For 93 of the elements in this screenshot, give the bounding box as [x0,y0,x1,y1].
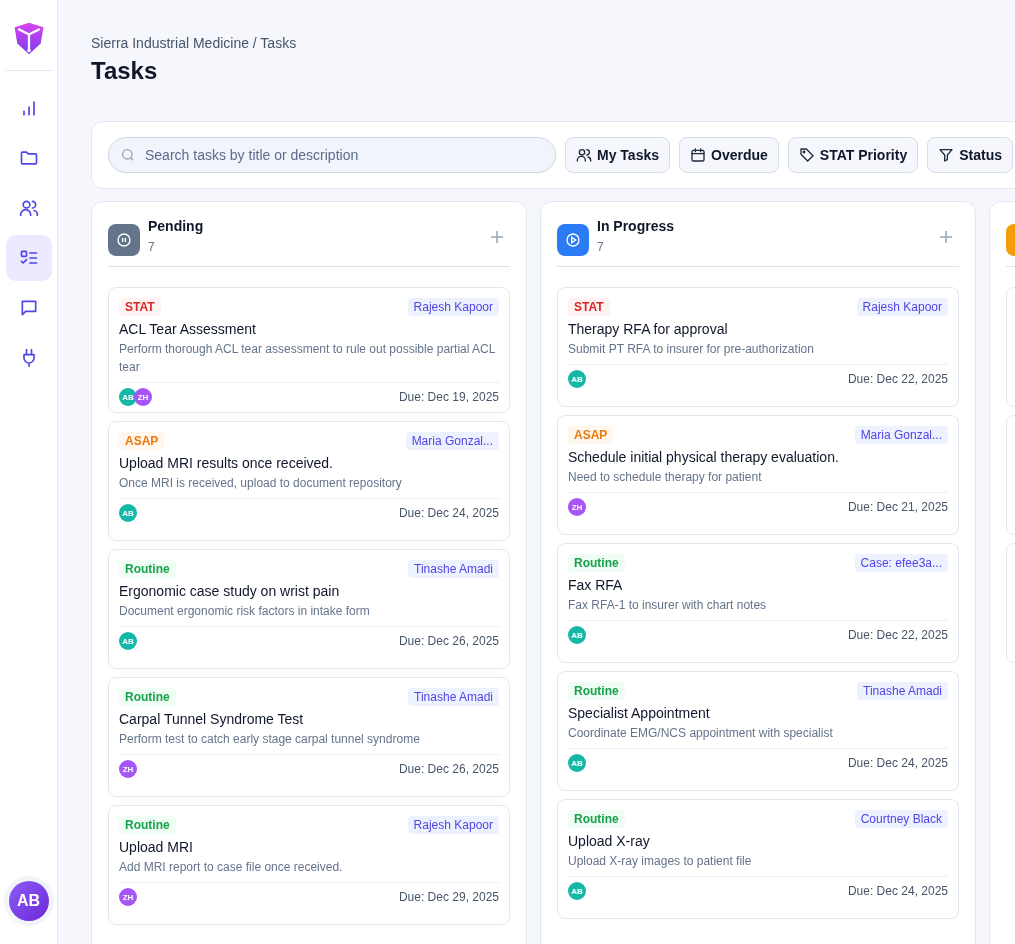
avatar: ZH [119,760,137,778]
due-date: Due: Dec 26, 2025 [398,634,499,648]
due-date: Due: Dec 22, 2025 [847,628,948,642]
column-title: Pending [148,218,205,234]
assignee-tag: Maria Gonzal... [405,432,499,450]
filter-button[interactable]: My Tasks [565,137,670,173]
status-icon [557,224,589,256]
task-description: Submit PT RFA to insurer for pre-authorization [568,341,815,358]
avatar: AB [568,882,586,900]
assignee-tag: Tinashe Amadi [408,688,499,706]
calendar-icon [690,147,706,163]
breadcrumb: Sierra Industrial Medicine / Tasks [91,35,298,51]
task-description: Document ergonomic risk factors in intake form [119,603,371,620]
avatar: AB [568,626,586,644]
task-title: Therapy RFA for approval [568,321,729,337]
task-title: Schedule initial physical therapy evaluation. [568,449,840,465]
tag-icon [798,147,815,163]
assignee-tag: Maria Gonzal... [854,426,948,444]
avatar: AB [119,388,137,406]
task-card[interactable]: Routine Case: efee3a... Fax RFA Fax RFA-1 to insurer with chart notes AB Due: Dec 22, 2025 [557,543,959,663]
task-card[interactable]: STAT Rajesh Kapoor Therapy RFA for approval Submit PT RFA to insurer for pre-authorization AB Due: Dec 22, 2025 [557,287,959,407]
task-card[interactable]: Routine Tinashe Amadi Ergonomic case study on wrist pain Document ergonomic risk factors in intake form AB Due: Dec 26, 2025 [108,549,510,669]
avatar: AB [568,754,586,772]
task-count: 7 [597,240,605,254]
users-icon [18,198,39,218]
due-date: Due: Dec 19, 2025 [398,390,499,404]
priority-badge: Routine [119,816,176,834]
priority-badge: Routine [568,554,625,572]
assignee-tag: Tinashe Amadi [857,682,948,700]
task-card[interactable]: Routine Courtney Black Upload X-ray Upload X-ray images to patient file AB Due: Dec 24, 2025 [557,799,959,919]
task-title: Upload MRI [119,839,194,855]
task-card[interactable]: Routine Tinashe Amadi Carpal Tunnel Syndrome Test Perform test to catch early stage carpal tunnel syndrome ZH Due: Dec 26, 2025 [108,677,510,797]
task-title: ACL Tear Assessment [119,321,257,337]
task-description: Perform thorough ACL tear assessment to rule out possible partial ACL tear [119,341,496,376]
task-description: Upload X-ray images to patient file [568,853,753,870]
due-date: Due: Dec 22, 2025 [847,372,948,386]
task-title: Ergonomic case study on wrist pain [119,583,341,599]
assignee-tag: Rajesh Kapoor [407,816,499,834]
task-count: 7 [148,240,156,254]
due-date: Due: Dec 21, 2025 [847,500,948,514]
task-title: Specialist Appointment [568,705,711,721]
filter-icon [938,147,955,163]
filter-button[interactable]: Overdue [679,137,779,173]
due-date: Due: Dec 26, 2025 [398,762,499,776]
avatar: AB [568,370,586,388]
due-date: Due: Dec 29, 2025 [398,890,499,904]
task-card[interactable]: STAT Rajesh Kapoor ACL Tear Assessment Perform thorough ACL tear assessment to rule out possible partial ACL tear AB ZH Due: Dec 19, 2025 [108,287,510,413]
priority-badge: ASAP [119,432,165,450]
task-description: Once MRI is received, upload to document repository [119,475,403,492]
priority-badge: Routine [568,682,625,700]
assignee-tag: Rajesh Kapoor [407,298,499,316]
task-card[interactable]: ASAP Maria Gonzal... Upload MRI results once received. Once MRI is received, upload to document repository AB Due: Dec 24, 2025 [108,421,510,541]
priority-badge: ASAP [568,426,614,444]
priority-badge: Routine [568,810,625,828]
due-date: Due: Dec 24, 2025 [847,756,948,770]
status-icon [108,224,140,256]
task-title: Fax RFA [568,577,624,593]
task-description: Fax RFA-1 to insurer with chart notes [568,597,768,614]
page-title: Tasks [91,57,159,85]
column-title: In Progress [597,218,676,234]
priority-badge: STAT [568,298,610,316]
task-card[interactable]: Routine Rajesh Kapoor Upload MRI Add MRI report to case file once received. ZH Due: Dec 29, 2025 [108,805,510,925]
task-description: Add MRI report to case file once received. [119,859,344,876]
assignee-tag: Courtney Black [854,810,948,828]
task-title: Upload MRI results once received. [119,455,334,471]
folder-icon [18,148,39,168]
priority-badge: STAT [119,298,161,316]
assignee-tag: Rajesh Kapoor [856,298,948,316]
task-card[interactable]: ASAP Maria Gonzal... Schedule initial physical therapy evaluation. Need to schedule therapy for patient ZH Due: Dec 21, 2025 [557,415,959,535]
task-title: Upload X-ray [568,833,651,849]
due-date: Due: Dec 24, 2025 [398,506,499,520]
task-description: Perform test to catch early stage carpal tunnel syndrome [119,731,421,748]
avatar: ZH [119,888,137,906]
assignee-tag: Tinashe Amadi [408,560,499,578]
avatar: ZH [568,498,586,516]
filter-button[interactable]: STAT Priority [787,137,919,173]
due-date: Due: Dec 24, 2025 [847,884,948,898]
priority-badge: Routine [119,688,176,706]
filter-button[interactable]: Status [927,137,1013,173]
task-description: Coordinate EMG/NCS appointment with specialist [568,725,834,742]
users-icon [576,147,592,163]
priority-badge: Routine [119,560,176,578]
search-icon [120,147,136,163]
assignee-tag: Case: efee3a... [854,554,948,572]
nav-button[interactable] [5,235,52,281]
task-description: Need to schedule therapy for patient [568,469,763,486]
avatar: AB [119,632,137,650]
task-title: Carpal Tunnel Syndrome Test [119,711,305,727]
avatar: AB [119,504,137,522]
task-card[interactable]: Routine Tinashe Amadi Specialist Appointment Coordinate EMG/NCS appointment with specialist AB Due: Dec 24, 2025 [557,671,959,791]
search-field[interactable]: Search tasks by title or description [108,137,556,173]
avatar: ZH [134,388,152,406]
user-avatar[interactable]: AB [8,881,49,921]
